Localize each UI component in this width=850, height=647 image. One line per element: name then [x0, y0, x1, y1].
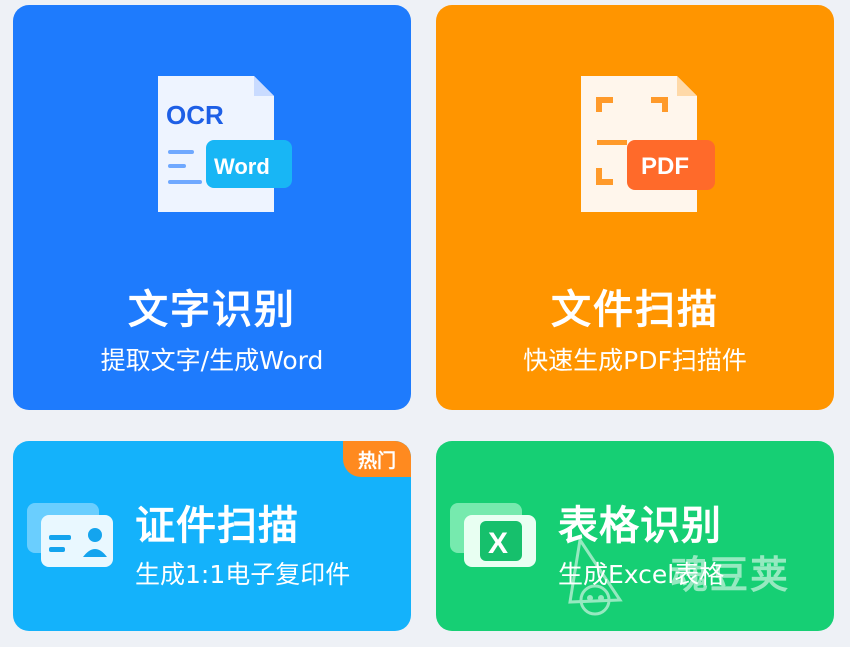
file-scan-card-subtitle: 快速生成PDF扫描件 [523, 346, 747, 375]
id-scan-card-title: 证件扫描 [135, 503, 299, 549]
ocr-card[interactable]: OCR Word 文字识别 提取文字/生成Word [13, 5, 411, 410]
table-recognition-card-subtitle: 生成Excel表格 [558, 560, 725, 589]
svg-text:Word: Word [214, 154, 270, 179]
file-scan-card[interactable]: PDF 文件扫描 快速生成PDF扫描件 [436, 5, 834, 410]
id-card-icon [27, 503, 113, 567]
ocr-card-subtitle: 提取文字/生成Word [100, 346, 324, 375]
ocr-card-title: 文字识别 [128, 287, 296, 333]
table-recognition-card-title: 表格识别 [558, 503, 722, 549]
excel-icon: X [450, 503, 536, 567]
svg-text:PDF: PDF [641, 153, 689, 180]
ocr-to-word-icon: OCR Word [158, 76, 292, 212]
svg-text:OCR: OCR [166, 100, 224, 130]
id-scan-card-subtitle: 生成1:1电子复印件 [135, 560, 351, 589]
id-scan-card[interactable]: 热门 证件扫描 生成1:1电子复印件 [13, 441, 411, 631]
svg-text:X: X [488, 527, 508, 560]
hot-badge: 热门 [343, 441, 411, 477]
pdf-scan-icon: PDF [581, 76, 715, 212]
table-recognition-card[interactable]: X 表格识别 生成Excel表格 [436, 441, 834, 631]
file-scan-card-title: 文件扫描 [551, 287, 719, 333]
